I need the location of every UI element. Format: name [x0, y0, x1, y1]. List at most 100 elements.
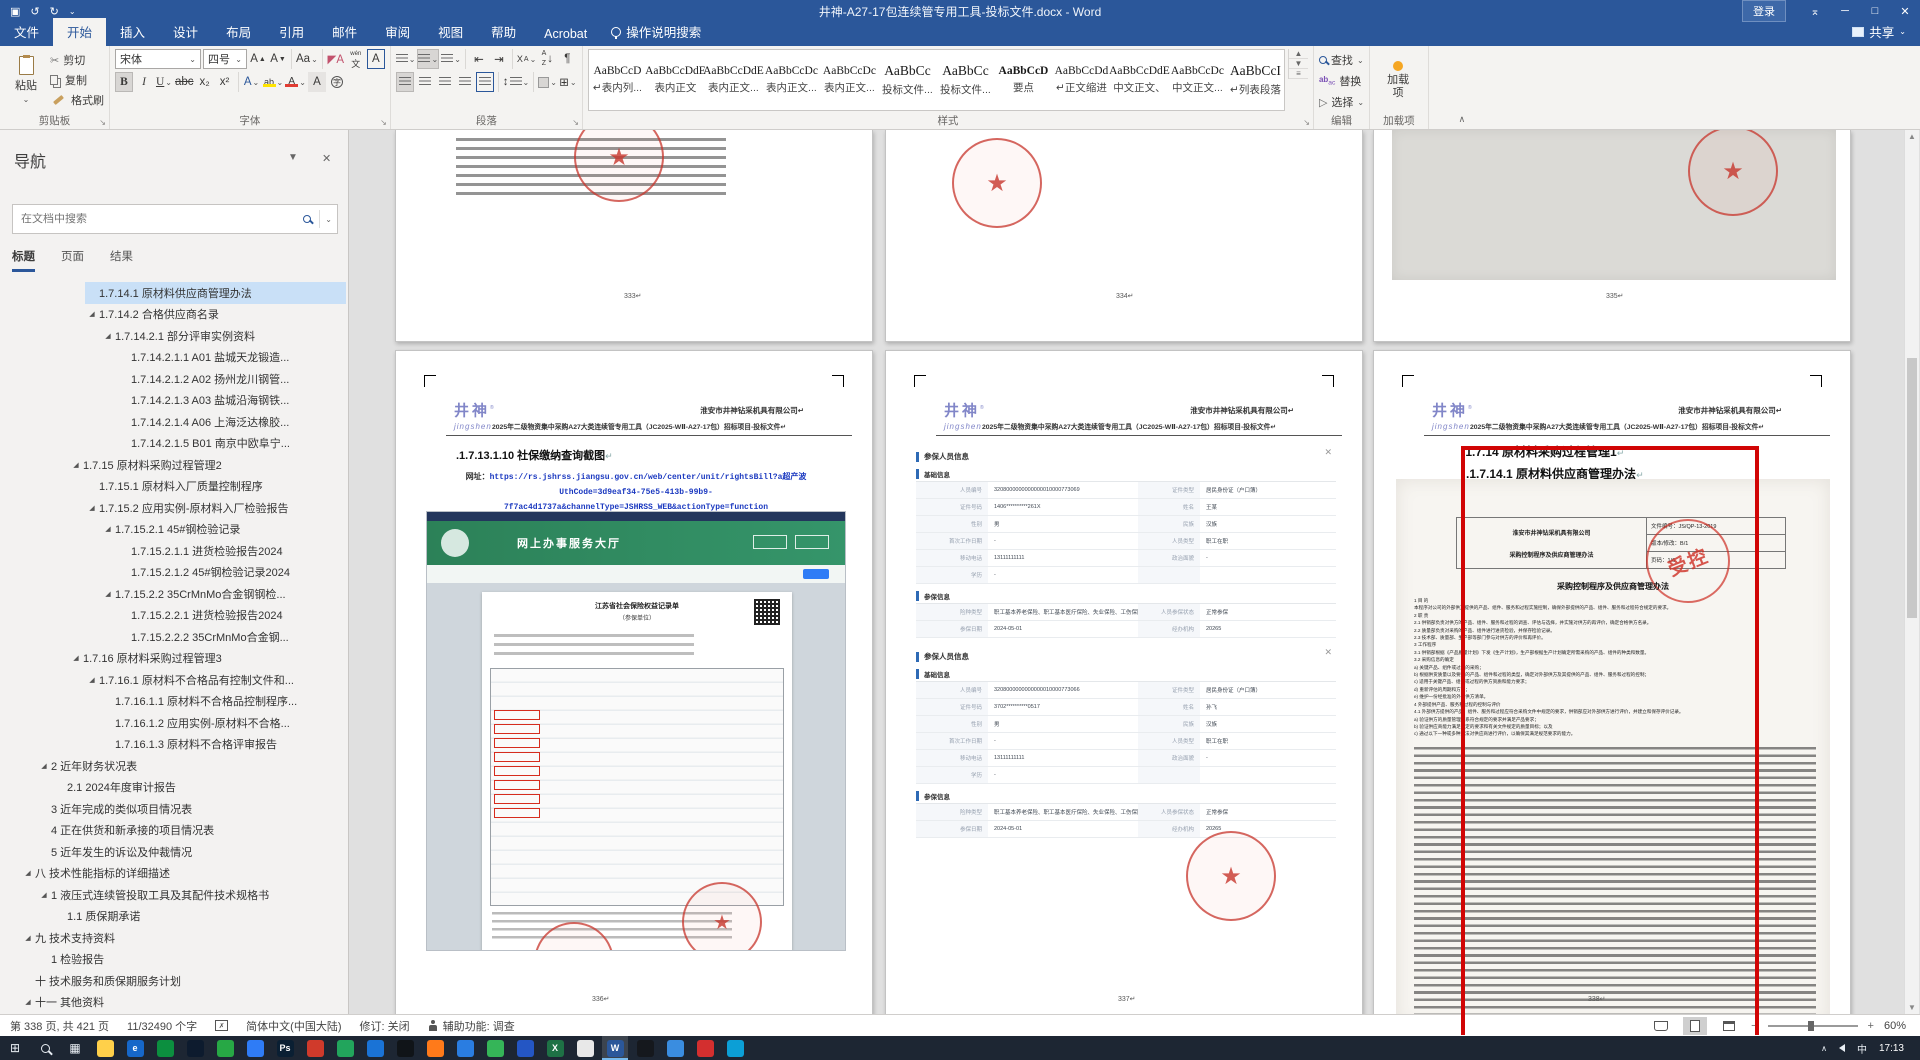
taskbar-app-button[interactable] — [362, 1036, 388, 1060]
scrollbar-thumb[interactable] — [1907, 358, 1917, 618]
show-marks-button[interactable]: ¶ — [558, 49, 576, 69]
nav-heading-item[interactable]: 3 近年完成的类似项目情况表 — [37, 798, 346, 820]
taskbar-app-button[interactable] — [512, 1036, 538, 1060]
nav-heading-item[interactable]: ◢ 1.7.14.2 合格供应商名录 — [85, 304, 346, 326]
ribbon-tab[interactable]: 开始 — [53, 18, 107, 46]
volume-icon[interactable] — [1838, 1044, 1845, 1052]
shading-button[interactable]: ⌄ — [538, 72, 557, 92]
line-spacing-button[interactable]: ↕ ⌄ — [503, 72, 529, 92]
task-view-button[interactable]: ▦ — [60, 1036, 90, 1060]
nav-heading-item[interactable]: ◢ 1.7.15 原材料采购过程管理2 — [69, 454, 346, 476]
nav-heading-item[interactable]: ◢ 1.7.15.2.2 35CrMnMo合金钢钢检... — [101, 583, 346, 605]
taskbar-app-button[interactable]: e — [122, 1036, 148, 1060]
taskbar-search-button[interactable] — [30, 1036, 60, 1060]
paste-button[interactable]: 粘贴 ⌄ — [5, 49, 47, 111]
expand-collapse-icon[interactable]: ◢ — [101, 525, 115, 533]
style-item[interactable]: AaBbCcDc 表内正文... — [821, 50, 878, 110]
style-item[interactable]: AaBbCcDdE 表内正文... — [703, 50, 764, 110]
sign-in-button[interactable]: 登录 — [1742, 0, 1786, 22]
dialog-launcher-icon[interactable]: ↘ — [99, 118, 106, 127]
multilevel-list-button[interactable]: ⌄ — [441, 49, 461, 69]
nav-heading-item[interactable]: ◢ 1.7.16 原材料采购过程管理3 — [69, 648, 346, 670]
style-item[interactable]: AaBbCcDdE 表内正文 — [645, 50, 706, 110]
taskbar-app-button[interactable] — [332, 1036, 358, 1060]
search-dropdown-icon[interactable]: ⌄ — [320, 215, 337, 224]
taskbar-app-button[interactable] — [692, 1036, 718, 1060]
style-item[interactable]: AaBbCcDd ↵正文缩进 — [1053, 50, 1110, 110]
sort-button[interactable]: A Z ↓ — [538, 49, 556, 69]
justify-button[interactable] — [456, 72, 474, 92]
taskbar-app-button[interactable] — [632, 1036, 658, 1060]
italic-button[interactable]: I — [135, 72, 153, 92]
taskbar-app-button[interactable] — [662, 1036, 688, 1060]
nav-heading-item[interactable]: 2.1 2024年度审计报告 — [53, 777, 346, 799]
nav-heading-item[interactable]: 1.7.15.1 原材料入厂质量控制程序 — [85, 476, 346, 498]
phonetic-guide-button[interactable]: wén 文 — [347, 49, 365, 69]
zoom-out-icon[interactable]: − — [1751, 1020, 1757, 1032]
zoom-in-icon[interactable]: + — [1868, 1020, 1874, 1032]
nav-heading-item[interactable]: 1.7.16.1.2 应用实例-原材料不合格... — [101, 712, 346, 734]
find-button[interactable]: 查找 ⌄ — [1318, 51, 1364, 69]
nav-heading-item[interactable]: 1.7.15.2.1.2 45#钢检验记录2024 — [117, 562, 346, 584]
nav-heading-item[interactable]: 1.7.15.2.2.1 进货检验报告2024 — [117, 605, 346, 627]
ribbon-tab[interactable]: 审阅 — [371, 18, 424, 46]
hyperlink-text[interactable]: 网址：https://rs.jshrss.jiangsu.gov.cn/web/… — [456, 469, 816, 515]
taskbar-app-button[interactable] — [182, 1036, 208, 1060]
bullets-button[interactable]: ⌄ — [395, 49, 415, 69]
expand-collapse-icon[interactable]: ◢ — [85, 504, 99, 512]
nav-tab-pages[interactable]: 页面 — [61, 248, 84, 272]
ribbon-tab[interactable]: 文件 — [0, 18, 53, 46]
expand-collapse-icon[interactable]: ◢ — [21, 934, 35, 942]
nav-heading-item[interactable]: 1.7.14.2.1.3 A03 盐城沿海钢铁... — [117, 390, 346, 412]
accessibility-status[interactable]: 辅助功能: 调查 — [428, 1018, 515, 1034]
nav-heading-item[interactable]: 1.7.15.2.2.2 35CrMnMo合金钢... — [117, 626, 346, 648]
expand-collapse-icon[interactable]: ◢ — [85, 676, 99, 684]
word-count[interactable]: 11/32490 个字 — [127, 1018, 197, 1034]
change-case-button[interactable]: Aa ⌄ — [296, 49, 318, 69]
style-item[interactable]: AaBbCcDc 中文正文... — [1169, 50, 1226, 110]
align-left-button[interactable] — [395, 72, 414, 92]
ribbon-tab[interactable]: 插入 — [106, 18, 159, 46]
nav-heading-item[interactable]: 1.7.14.2.1.5 B01 南京中欧阜宁... — [117, 433, 346, 455]
nav-heading-item[interactable]: ◢ 八 技术性能指标的详细描述 — [21, 863, 346, 885]
nav-heading-item[interactable]: 5 近年发生的诉讼及仲裁情况 — [37, 841, 346, 863]
start-button[interactable]: ⊞ — [0, 1036, 30, 1060]
tell-me-search[interactable]: 操作说明搜索 — [601, 18, 711, 46]
page-indicator[interactable]: 第 338 页, 共 421 页 — [10, 1018, 109, 1034]
search-icon[interactable] — [303, 215, 312, 223]
expand-collapse-icon[interactable]: ◢ — [101, 590, 115, 598]
nav-heading-item[interactable]: ◢ 2 近年财务状况表 — [37, 755, 346, 777]
nav-heading-item[interactable]: ◢ 1 液压式连续管投取工具及其配件技术规格书 — [37, 884, 346, 906]
language-indicator[interactable]: 简体中文(中国大陆) — [246, 1018, 341, 1034]
ribbon-tab[interactable]: 帮助 — [477, 18, 530, 46]
undo-icon[interactable]: ↺ — [30, 5, 39, 18]
expand-collapse-icon[interactable]: ◢ — [21, 998, 35, 1006]
expand-collapse-icon[interactable]: ◢ — [101, 332, 115, 340]
replace-button[interactable]: abac 替换 — [1319, 72, 1364, 90]
nav-heading-item[interactable]: 1.7.14.2.1.1 A01 盐城天龙锻造... — [117, 347, 346, 369]
font-size-combo[interactable]: 四号 ⌄ — [203, 49, 247, 69]
dialog-launcher-icon[interactable]: ↘ — [572, 118, 579, 127]
style-item[interactable]: AaBbCc 投标文件... — [937, 50, 994, 110]
taskbar-app-button[interactable]: W — [602, 1036, 628, 1060]
taskbar-clock[interactable]: 17:13 — [1879, 1043, 1904, 1054]
track-changes-indicator[interactable]: 修订: 关闭 — [360, 1018, 410, 1034]
align-right-button[interactable] — [436, 72, 454, 92]
nav-heading-item[interactable]: ◢ 九 技术支持资料 — [21, 927, 346, 949]
shrink-font-button[interactable]: A ▼ — [269, 49, 287, 69]
redo-icon[interactable]: ↻ — [50, 5, 59, 18]
copy-button[interactable]: 复制 — [50, 71, 104, 89]
nav-heading-item[interactable]: 1.7.16.1.3 原材料不合格评审报告 — [101, 734, 346, 756]
style-item[interactable]: AaBbCcDdE 中文正文、 — [1109, 50, 1170, 110]
nav-heading-item[interactable]: 1 检验报告 — [37, 949, 346, 971]
style-item[interactable]: AaBbCcD ↵表内列... — [589, 50, 646, 110]
bold-button[interactable]: B — [115, 72, 133, 92]
cut-button[interactable]: ✂ 剪切 — [50, 51, 104, 69]
zoom-slider[interactable] — [1767, 1020, 1858, 1031]
share-button[interactable]: 共享 ⌄ — [1842, 18, 1920, 46]
nav-heading-item[interactable]: 十 技术服务和质保期服务计划 — [21, 970, 346, 992]
taskbar-app-button[interactable] — [572, 1036, 598, 1060]
ribbon-tab[interactable]: 邮件 — [318, 18, 371, 46]
read-mode-button[interactable] — [1649, 1017, 1673, 1035]
scroll-up-icon[interactable]: ▲ — [1905, 132, 1919, 141]
